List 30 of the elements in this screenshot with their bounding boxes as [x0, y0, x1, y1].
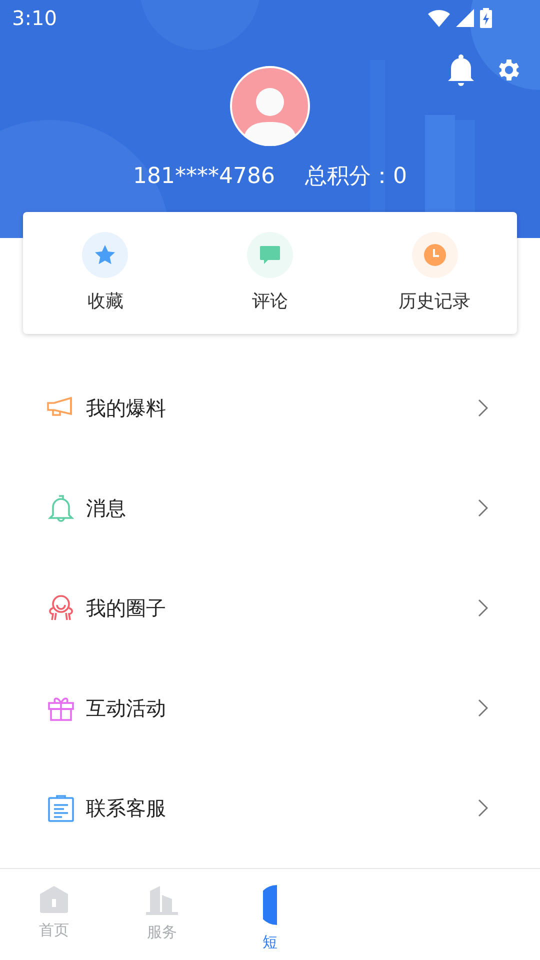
menu-item[interactable]: 我的圈子 — [0, 558, 540, 658]
star-icon — [93, 242, 118, 266]
status-time: 3:10 — [12, 5, 57, 32]
quick-action-button[interactable]: 评论 — [188, 232, 352, 314]
quick-action-button[interactable]: 历史记录 — [352, 232, 517, 314]
signal-icon — [456, 9, 474, 27]
menu-item[interactable]: 我的爆料 — [0, 358, 540, 458]
chevron-right-icon — [478, 699, 488, 717]
clock-icon — [422, 242, 447, 266]
chevron-right-icon — [478, 599, 488, 617]
chevron-right-icon — [478, 499, 488, 517]
bell-icon — [447, 54, 475, 86]
menu-item[interactable]: 互动活动 — [0, 658, 540, 758]
quick-action-button[interactable]: 收藏 — [23, 232, 188, 314]
home-icon — [39, 885, 69, 913]
menu-item[interactable]: 联系客服 — [0, 758, 540, 858]
clipboard-icon — [46, 793, 76, 823]
phone-number: 181****4786 — [133, 163, 275, 191]
battery-icon — [480, 8, 492, 28]
menu-item[interactable]: 消息 — [0, 458, 540, 558]
notification-button[interactable] — [446, 54, 476, 86]
buildings-icon — [146, 885, 178, 915]
smiley-figure-icon — [46, 593, 76, 623]
chevron-right-icon — [478, 799, 488, 817]
bell-icon — [46, 493, 76, 523]
total-points: 总积分：0 — [304, 163, 407, 191]
chevron-right-icon — [478, 399, 488, 417]
avatar[interactable] — [230, 66, 310, 146]
wifi-icon — [428, 9, 450, 27]
nav-tab[interactable]: 短 — [216, 869, 324, 960]
